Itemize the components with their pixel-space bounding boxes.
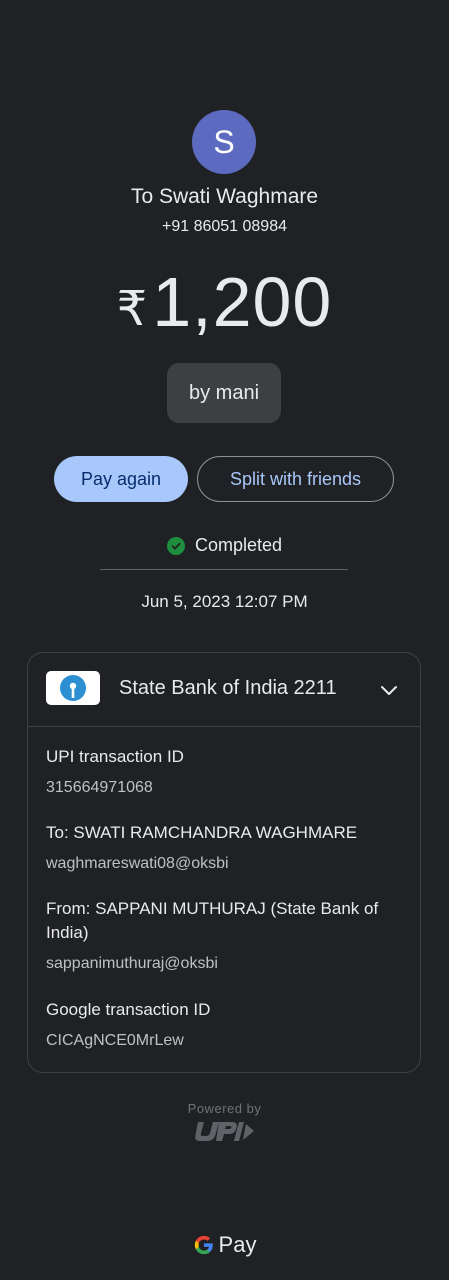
google-transaction-id-section: Google transaction ID CICAgNCE0MrLew: [46, 998, 402, 1052]
google-g-icon: [194, 1235, 213, 1255]
google-pay-logo: Pay: [0, 1232, 449, 1258]
detail-label: From: SAPPANI MUTHURAJ (State Bank of In…: [46, 899, 379, 942]
recipient-name: To Swati Waghmare: [130, 185, 319, 208]
status-text: Completed: [194, 535, 283, 555]
gpay-label: Pay: [218, 1232, 257, 1257]
detail-value: CICAgNCE0MrLew: [46, 1032, 184, 1049]
amount-value: 1,200: [152, 263, 333, 341]
check-circle-icon: [166, 536, 185, 555]
detail-label: Google transaction ID: [46, 1000, 211, 1019]
transaction-details-card: State Bank of India 2211 UPI transaction…: [27, 652, 421, 1073]
detail-value: sappanimuthuraj@oksbi: [46, 955, 218, 972]
payment-note: by mani: [167, 363, 281, 423]
upi-logo-icon: [195, 1122, 254, 1141]
detail-label: To: SWATI RAMCHANDRA WAGHMARE: [46, 823, 358, 842]
to-account-section: To: SWATI RAMCHANDRA WAGHMARE waghmaresw…: [46, 821, 402, 875]
powered-by-label: Powered by: [187, 1101, 262, 1116]
status-row: Completed: [0, 535, 449, 556]
detail-label: UPI transaction ID: [46, 747, 184, 766]
detail-value: 315664971068: [46, 779, 153, 796]
sbi-logo-icon: [46, 671, 100, 705]
chevron-down-icon[interactable]: [378, 679, 400, 701]
upi-transaction-id-section: UPI transaction ID 315664971068: [46, 745, 402, 799]
split-with-friends-button[interactable]: Split with friends: [197, 456, 394, 502]
bank-account-name: State Bank of India 2211: [119, 677, 337, 699]
from-account-section: From: SAPPANI MUTHURAJ (State Bank of In…: [46, 897, 402, 975]
avatar: S: [192, 110, 256, 174]
payment-amount: ₹1,200: [0, 262, 449, 342]
detail-value: waghmareswati08@oksbi: [46, 855, 229, 872]
divider: [100, 569, 348, 570]
bank-account-header[interactable]: State Bank of India 2211: [28, 653, 420, 727]
transaction-datetime: Jun 5, 2023 12:07 PM: [141, 592, 308, 611]
recipient-phone: +91 86051 08984: [161, 218, 287, 235]
pay-again-button[interactable]: Pay again: [54, 456, 188, 502]
currency-symbol: ₹: [116, 283, 149, 336]
